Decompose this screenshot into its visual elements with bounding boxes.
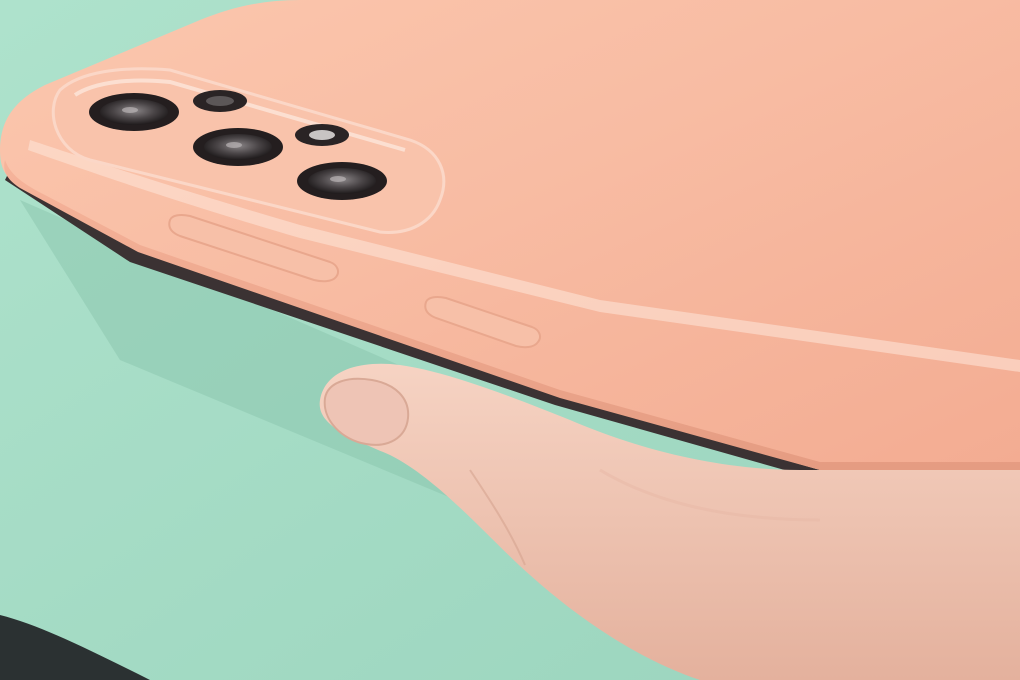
camera-lens-icon: [193, 90, 247, 112]
camera-lens-icon: [193, 128, 283, 166]
flash-lens: [309, 130, 335, 140]
lens-reflect-3: [330, 176, 346, 182]
phone-photo: [0, 0, 1020, 680]
flash-icon: [295, 124, 349, 146]
camera-lens-icon: [89, 93, 179, 131]
depth-lens-glass: [206, 96, 234, 106]
camera-lens-icon: [297, 162, 387, 200]
photo-scene: [0, 0, 1020, 680]
lens-reflect-2: [226, 142, 242, 148]
lens-reflect-1: [122, 107, 138, 113]
